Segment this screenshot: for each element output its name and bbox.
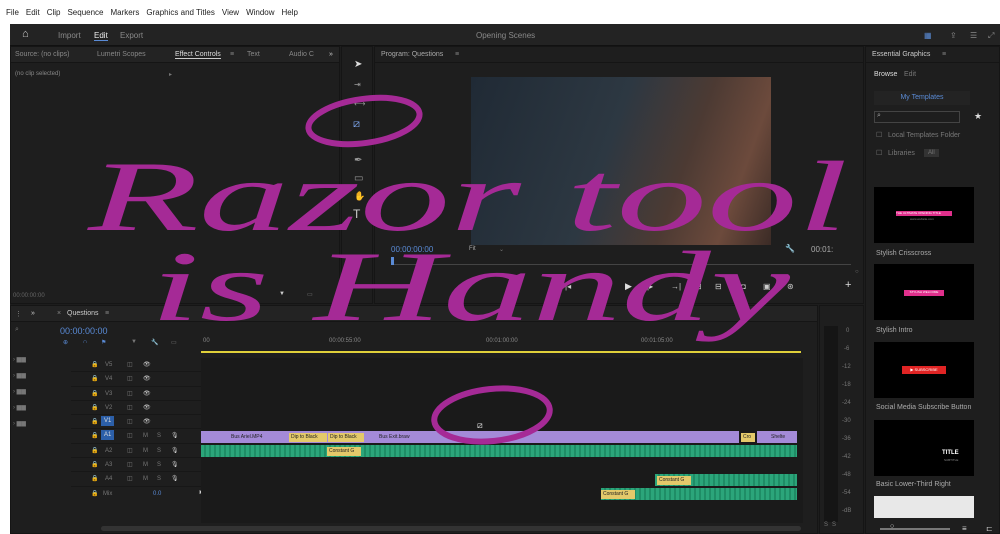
annotation-circle — [431, 385, 553, 445]
handwritten-annotation: Razor tool is Handy — [86, 94, 848, 445]
annotation-line-2: is Handy — [150, 231, 791, 342]
